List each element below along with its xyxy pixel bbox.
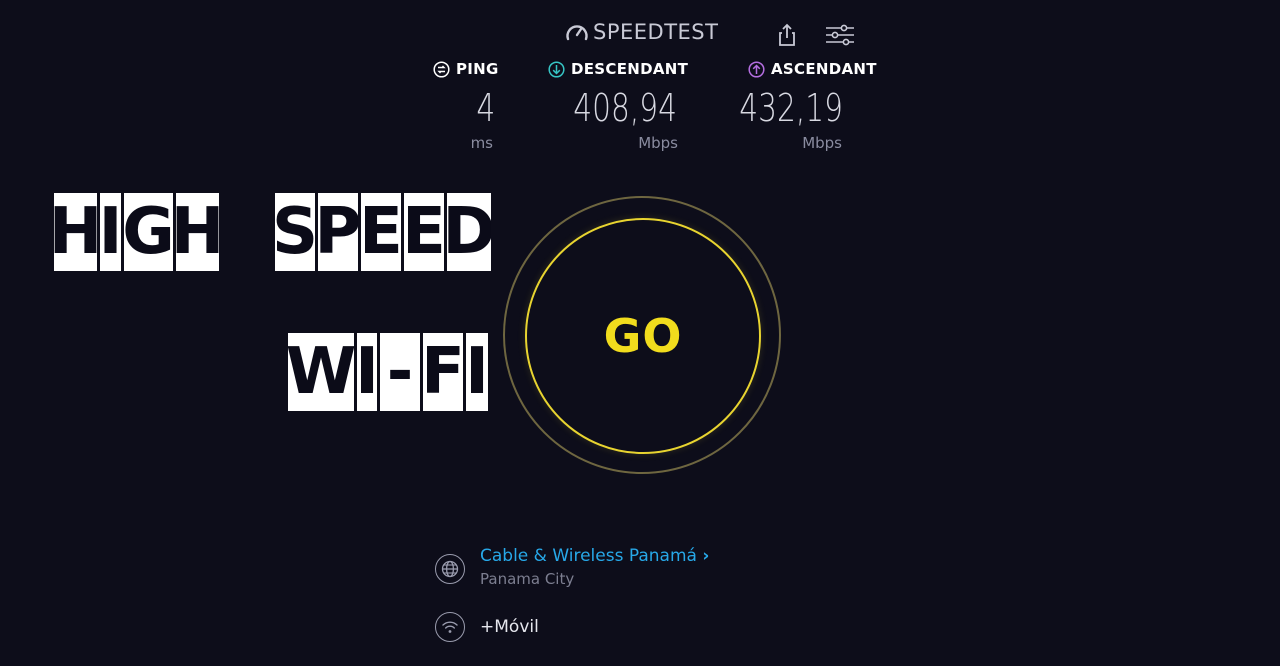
upload-metric-header: ASCENDANT — [748, 60, 877, 78]
ping-unit: ms — [470, 134, 493, 152]
overlay-word-high: H I G H — [54, 193, 222, 271]
overlay-letter: H — [54, 193, 97, 271]
overlay-letter: G — [124, 193, 173, 271]
overlay-letter: - — [380, 333, 420, 411]
download-unit: Mbps — [638, 134, 678, 152]
connection-label: +Móvil — [480, 617, 539, 637]
upload-value: 432,19 — [739, 86, 843, 130]
overlay-letter: P — [318, 193, 358, 271]
upload-unit: Mbps — [802, 134, 842, 152]
speedtest-screen: SPEEDTEST PING 4 ms DESCENDANT 408,94 Mb… — [0, 0, 1280, 666]
arrow-down-circle-icon — [548, 60, 565, 78]
upload-label: ASCENDANT — [771, 60, 877, 78]
globe-icon — [435, 554, 465, 584]
overlay-letter: S — [275, 193, 315, 271]
brand-logo: SPEEDTEST — [565, 20, 718, 44]
sliders-icon — [826, 24, 854, 46]
overlay-letter: I — [357, 333, 377, 411]
overlay-letter: E — [361, 193, 401, 271]
overlay-word-speed: S P E E D — [275, 193, 494, 271]
share-icon — [779, 23, 795, 46]
overlay-letter: I — [466, 333, 488, 411]
provider-city: Panama City — [480, 570, 575, 588]
share-button[interactable] — [771, 20, 803, 50]
speedometer-icon — [566, 25, 588, 41]
go-label: GO — [603, 309, 683, 363]
provider-name: Cable & Wireless Panamá — [480, 546, 697, 566]
download-label: DESCENDANT — [571, 60, 689, 78]
arrow-up-circle-icon — [748, 60, 765, 78]
ping-label: PING — [456, 60, 499, 78]
download-metric-header: DESCENDANT — [548, 60, 688, 78]
ping-metric-header: PING — [433, 60, 499, 78]
go-button[interactable]: GO — [525, 218, 761, 454]
settings-button[interactable] — [824, 20, 856, 50]
overlay-letter: H — [176, 193, 219, 271]
brand-name: SPEEDTEST — [593, 20, 719, 44]
overlay-word-wifi: W I - F I — [288, 333, 491, 411]
overlay-letter: I — [100, 193, 121, 271]
ping-value: 4 — [476, 86, 495, 130]
overlay-letter: W — [288, 333, 354, 411]
ping-icon — [433, 60, 450, 78]
overlay-letter: D — [447, 193, 491, 271]
overlay-letter: F — [423, 333, 463, 411]
provider-link[interactable]: Cable & Wireless Panamá › — [480, 546, 709, 566]
chevron-right-icon: › — [702, 546, 710, 566]
download-value: 408,94 — [573, 86, 677, 130]
wifi-icon — [435, 612, 465, 642]
overlay-letter: E — [404, 193, 444, 271]
